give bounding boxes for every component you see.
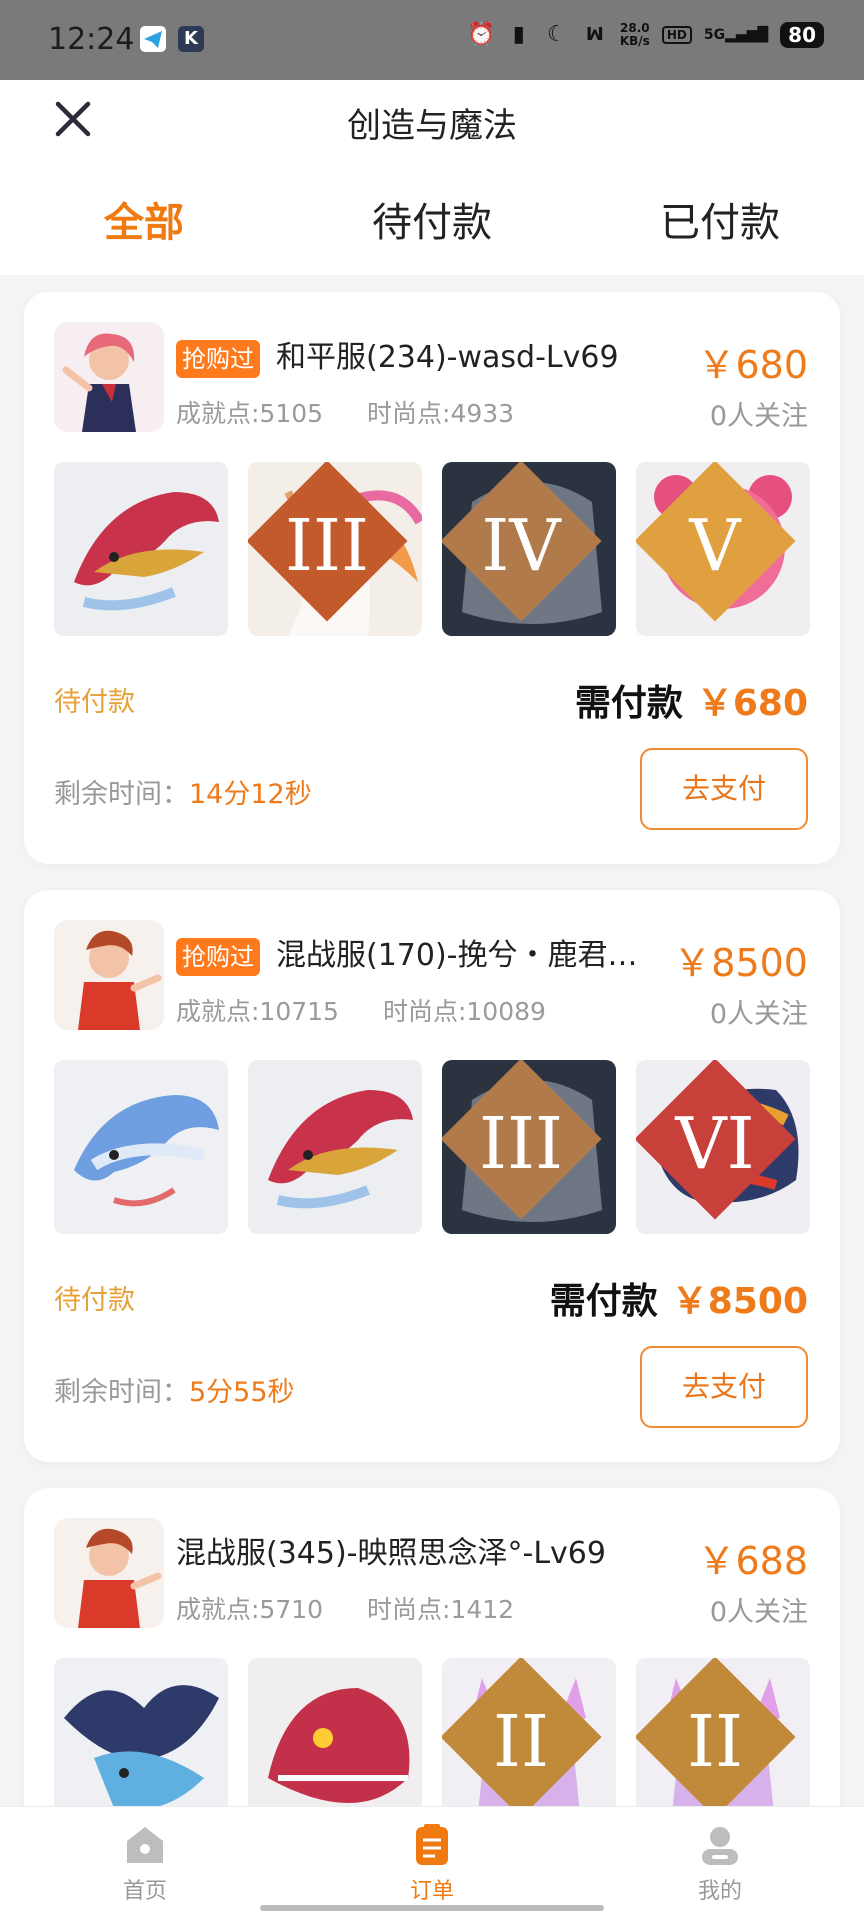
alarm-icon: ⏰ <box>467 22 496 47</box>
amount-due: 需付款 ￥680 <box>575 674 808 726</box>
page-title: 创造与魔法 <box>347 106 517 146</box>
tab-pending-payment[interactable]: 待付款 <box>288 190 576 250</box>
fashion-points: 时尚点:1412 <box>367 1595 515 1624</box>
remaining-time: 剩余时间：5分55秒 <box>54 1370 295 1409</box>
purchased-badge: 抢购过 <box>176 938 260 976</box>
followers-count: 0人关注 <box>709 401 808 432</box>
vibrate-icon: ▮ <box>512 22 525 47</box>
achievement-points: 成就点:5710 <box>176 1595 324 1624</box>
remaining-time-value: 5分55秒 <box>189 1377 295 1408</box>
avatar <box>54 322 164 432</box>
tier-badge: II <box>636 1658 796 1818</box>
amount-due: 需付款 ￥8500 <box>550 1272 808 1324</box>
moon-icon: ☾ <box>546 22 567 47</box>
tier-badge: III <box>248 462 408 622</box>
avatar <box>54 920 164 1030</box>
svg-text:VI: VI <box>674 1102 754 1185</box>
red-dragon-thumb[interactable] <box>248 1060 422 1234</box>
pink-bear-thumb[interactable]: V <box>636 462 810 636</box>
achievement-points: 成就点:10715 <box>176 997 339 1026</box>
fashion-points: 时尚点:4933 <box>367 399 515 428</box>
svg-text:IV: IV <box>481 504 562 587</box>
item-name: 混战服(170)-挽兮・鹿君… <box>276 938 638 973</box>
svg-text:III: III <box>479 1102 563 1185</box>
white-unicorn-thumb[interactable]: III <box>248 462 422 636</box>
telegram-icon <box>140 26 166 52</box>
status-time: 12:24 <box>48 22 135 57</box>
order-tabs: 全部 待付款 已付款 <box>0 190 864 250</box>
pay-button[interactable]: 去支付 <box>640 1346 808 1428</box>
amount-due-value: ￥8500 <box>671 1281 808 1322</box>
battery-icon: 80 <box>780 22 824 48</box>
item-price: ￥8500 <box>673 941 808 985</box>
mi-icon: ꟽ <box>585 24 604 45</box>
svg-text:II: II <box>687 1700 743 1783</box>
order-status: 待付款 <box>54 1285 135 1316</box>
achievement-points: 成就点:5105 <box>176 399 324 428</box>
order-card[interactable]: 抢购过 混战服(170)-挽兮・鹿君… 成就点:10715 时尚点:10089 ￥… <box>24 890 840 1462</box>
item-stats: 成就点:10715 时尚点:10089 <box>176 992 546 1028</box>
bottom-nav: 首页 订单 我的 <box>0 1806 864 1921</box>
tier-badge: III <box>442 1060 602 1220</box>
fashion-points: 时尚点:10089 <box>382 997 546 1026</box>
tab-all[interactable]: 全部 <box>0 190 288 250</box>
blue-dragon-thumb[interactable] <box>54 1060 228 1234</box>
svg-text:III: III <box>285 504 369 587</box>
svg-text:V: V <box>688 504 742 587</box>
nav-home-label: 首页 <box>122 1879 167 1904</box>
remaining-time-label: 剩余时间： <box>54 779 189 810</box>
item-name: 混战服(345)-映照思念泽°-Lv69 <box>176 1536 606 1571</box>
avatar <box>54 1518 164 1628</box>
tier-badge: VI <box>636 1060 796 1220</box>
nav-orders[interactable]: 订单 <box>362 1823 502 1905</box>
profile-icon <box>702 1827 738 1865</box>
home-icon <box>127 1827 163 1863</box>
purchased-badge: 抢购过 <box>176 340 260 378</box>
nav-profile[interactable]: 我的 <box>650 1823 790 1905</box>
followers-count: 0人关注 <box>709 999 808 1030</box>
red-dragon-thumb[interactable] <box>54 462 228 636</box>
item-name: 和平服(234)-wasd-Lv69 <box>276 340 619 375</box>
pay-button[interactable]: 去支付 <box>640 748 808 830</box>
item-stats: 成就点:5710 时尚点:1412 <box>176 1590 514 1626</box>
nav-home[interactable]: 首页 <box>75 1823 215 1905</box>
home-indicator <box>260 1905 604 1911</box>
amount-due-label: 需付款 <box>549 1281 658 1322</box>
stone-golem-thumb[interactable]: IV <box>442 462 616 636</box>
remaining-time-value: 14分12秒 <box>189 779 312 810</box>
remaining-time-label: 剩余时间： <box>54 1377 189 1408</box>
stone-golem-thumb[interactable]: III <box>442 1060 616 1234</box>
order-card[interactable]: 抢购过 和平服(234)-wasd-Lv69 成就点:5105 时尚点:4933 … <box>24 292 840 864</box>
item-thumbnails: III VI <box>54 1060 810 1234</box>
amount-due-value: ￥680 <box>696 683 808 724</box>
tier-badge: IV <box>442 462 602 622</box>
svg-text:II: II <box>493 1700 549 1783</box>
fire-dragon-thumb[interactable]: VI <box>636 1060 810 1234</box>
item-thumbnails: III IV V <box>54 462 810 636</box>
nav-orders-label: 订单 <box>409 1879 454 1904</box>
signal-icon: 5G▂▄▆█ <box>703 27 769 43</box>
tier-badge: V <box>636 462 796 622</box>
order-status: 待付款 <box>54 687 135 718</box>
item-price: ￥688 <box>697 1539 808 1583</box>
followers-count: 0人关注 <box>709 1597 808 1628</box>
item-stats: 成就点:5105 时尚点:4933 <box>176 394 514 430</box>
hd-badge: HD <box>661 26 692 44</box>
tier-badge: II <box>442 1658 602 1818</box>
nav-profile-label: 我的 <box>697 1879 742 1904</box>
status-bar: 12:24 K ⏰ ▮ ☾ ꟽ 28.0 KB/s HD 5G▂▄▆█ 80 <box>0 0 864 80</box>
item-price: ￥680 <box>697 343 808 387</box>
tab-paid[interactable]: 已付款 <box>576 190 864 250</box>
remaining-time: 剩余时间：14分12秒 <box>54 772 312 811</box>
order-icon <box>416 1824 448 1865</box>
net-speed: 28.0 KB/s <box>619 21 650 48</box>
k-app-icon: K <box>178 26 204 52</box>
amount-due-label: 需付款 <box>574 683 683 724</box>
